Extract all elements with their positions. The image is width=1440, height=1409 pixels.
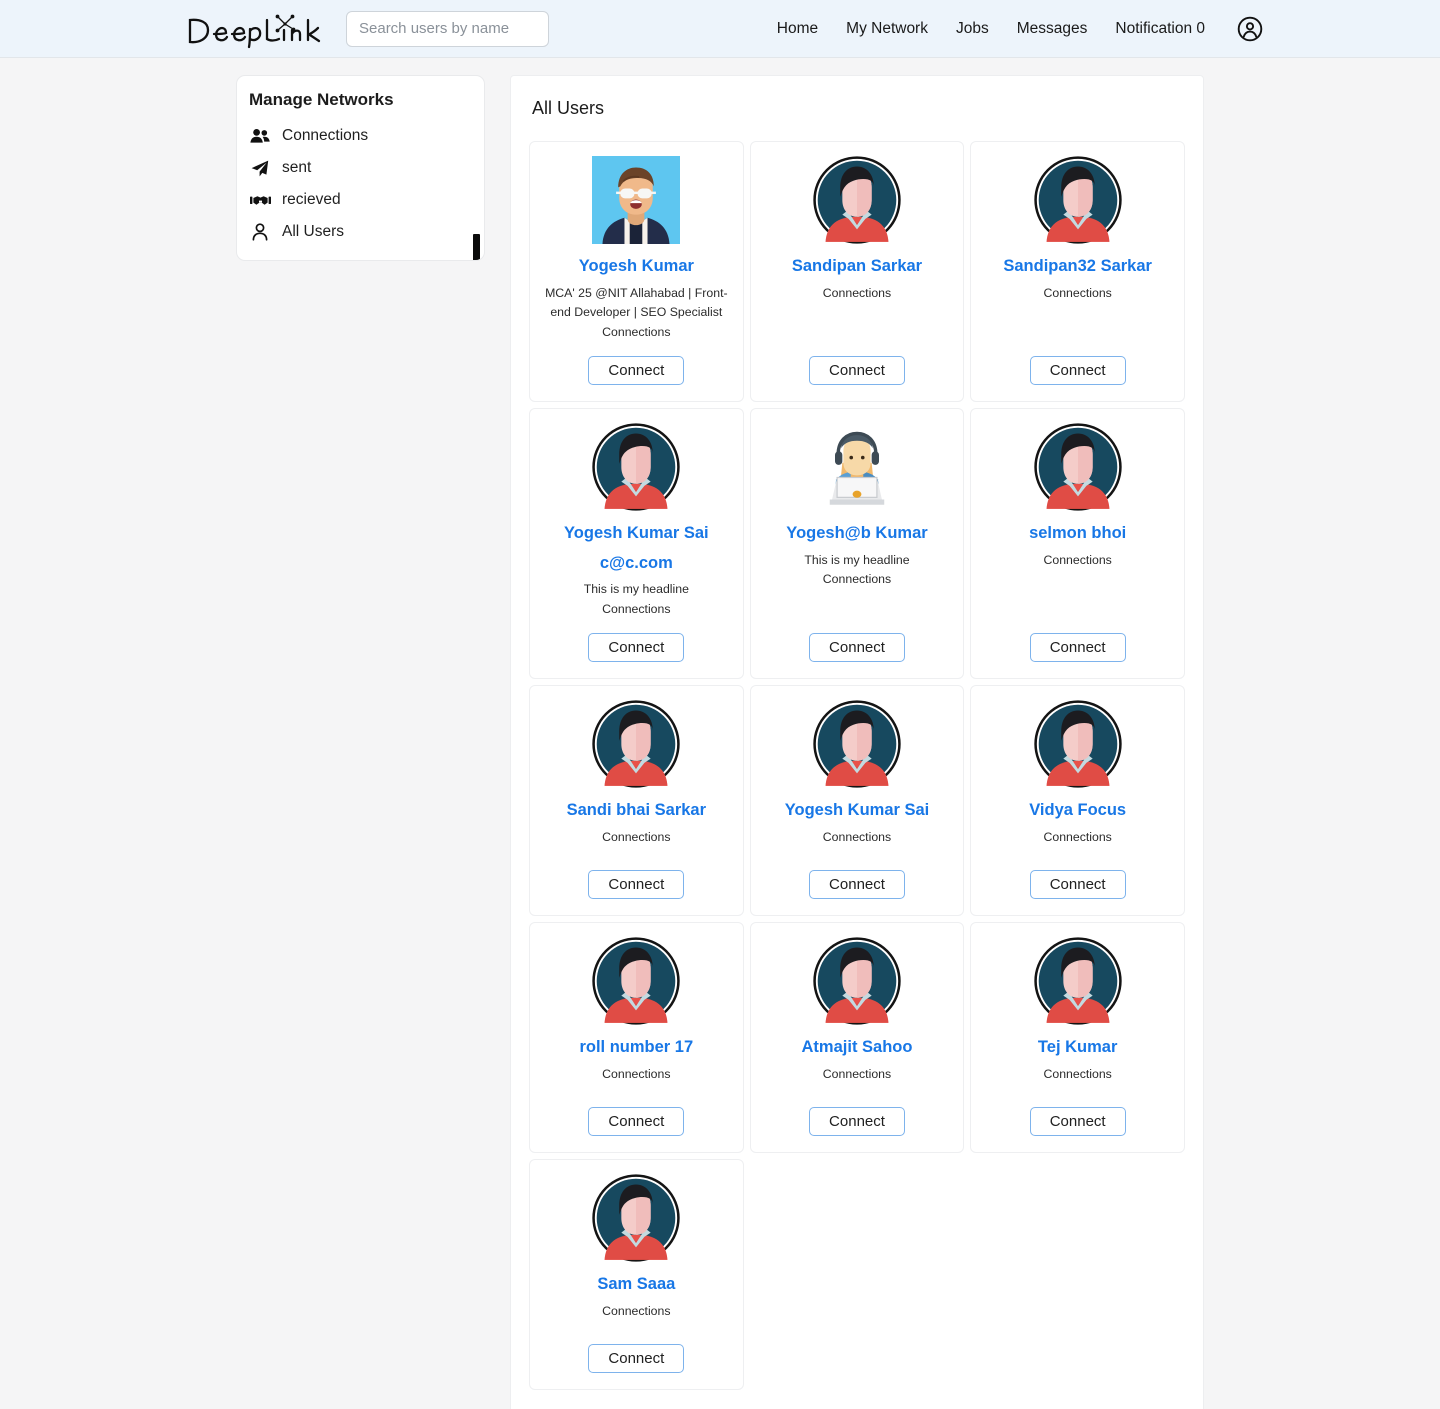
nav-messages[interactable]: Messages — [1017, 20, 1088, 38]
connect-button[interactable]: Connect — [809, 355, 905, 385]
user-card-grid: Yogesh Kumar MCA' 25 @NIT Allahabad | Fro… — [529, 141, 1185, 1391]
connections-label: Connections — [1043, 285, 1112, 300]
sidebar-item-label: recieved — [282, 191, 341, 208]
all-users-panel: All Users Yogesh Kumar MCA' 25 @NIT Allah… — [510, 75, 1204, 1409]
sidebar-item-all-users[interactable]: All Users — [237, 216, 484, 248]
connections-label: Connections — [602, 324, 671, 339]
user-name-link[interactable]: selmon bhoi — [1029, 519, 1126, 549]
connections-label: Connections — [822, 572, 892, 587]
people-icon — [249, 128, 271, 144]
connect-button[interactable]: Connect — [809, 1107, 905, 1137]
user-card: Vidya Focus Connections Connect — [970, 685, 1185, 917]
connections-label: Connections — [602, 601, 671, 616]
connections-label: Connections — [1043, 552, 1112, 567]
avatar[interactable] — [1034, 937, 1122, 1025]
avatar[interactable] — [813, 700, 901, 788]
user-name-link[interactable]: roll number 17 — [579, 1033, 693, 1063]
user-card: Atmajit Sahoo Connections Connect — [749, 922, 965, 1154]
connections-label: Connections — [602, 829, 671, 844]
avatar[interactable] — [592, 423, 680, 511]
connect-button[interactable]: Connect — [588, 1344, 685, 1374]
user-card: Sam Saaa Connections Connect — [529, 1159, 744, 1391]
connect-button[interactable]: Connect — [1029, 1107, 1126, 1137]
user-name-link[interactable]: Sam Saaa — [597, 1270, 675, 1300]
sidebar-item-recieved[interactable]: recieved — [237, 184, 484, 216]
user-card: Sandipan32 Sarkar Connections Connect — [970, 141, 1185, 402]
avatar[interactable] — [592, 937, 680, 1025]
avatar[interactable] — [813, 423, 901, 511]
nav-my-network[interactable]: My Network — [846, 20, 928, 38]
user-card: Tej Kumar Connections Connect — [970, 922, 1185, 1154]
top-header: Home My Network Jobs Messages Notificati… — [0, 0, 1440, 58]
sidebar-item-connections[interactable]: Connections — [237, 120, 484, 152]
handshake-icon — [249, 193, 271, 208]
user-name-link[interactable]: Yogesh Kumar Sai — [785, 796, 930, 826]
connect-button[interactable]: Connect — [588, 633, 685, 663]
user-card: selmon bhoi Connections Connect — [970, 407, 1185, 680]
user-name-link[interactable]: Vidya Focus — [1029, 796, 1126, 826]
connect-button[interactable]: Connect — [809, 633, 905, 663]
main-nav: Home My Network Jobs Messages Notificati… — [777, 16, 1263, 42]
sidebar-title: Manage Networks — [249, 90, 394, 109]
user-card: roll number 17 Connections Connect — [529, 922, 744, 1154]
person-icon — [249, 223, 271, 241]
search-input[interactable] — [346, 10, 549, 47]
sidebar-scrollbar-thumb[interactable] — [473, 234, 480, 260]
user-card: Yogesh Kumar Sai Connections Connect — [749, 685, 965, 917]
connections-label: Connections — [822, 285, 892, 300]
user-name-link[interactable]: Sandipan Sarkar — [792, 252, 922, 282]
sidebar-item-label: All Users — [282, 223, 345, 240]
user-card: Yogesh Kumar MCA' 25 @NIT Allahabad | Fro… — [529, 141, 744, 402]
user-name-link[interactable]: Sandi bhai Sarkar — [567, 796, 706, 826]
connections-label: Connections — [1043, 1066, 1112, 1081]
nav-notification[interactable]: Notification 0 — [1115, 20, 1205, 38]
user-name-link[interactable]: Yogesh Kumar Sai c@c.com — [540, 519, 733, 578]
connections-label: Connections — [822, 829, 892, 844]
avatar[interactable] — [813, 156, 901, 244]
user-card: Yogesh@b Kumar This is my headline Connect… — [749, 407, 965, 680]
page-body: Manage Networks Connections sent recieve… — [0, 58, 1440, 1409]
deeplink-logo-icon — [188, 14, 321, 48]
avatar[interactable] — [592, 1174, 680, 1262]
user-name-link[interactable]: Sandipan32 Sarkar — [1003, 252, 1152, 282]
avatar[interactable] — [592, 156, 680, 244]
user-headline: This is my headline — [583, 582, 689, 597]
user-name-link[interactable]: Yogesh@b Kumar — [786, 519, 927, 549]
sidebar-item-sent[interactable]: sent — [237, 152, 484, 184]
user-card: Sandi bhai Sarkar Connections Connect — [529, 685, 744, 917]
paper-plane-icon — [249, 160, 271, 177]
connect-button[interactable]: Connect — [1029, 355, 1126, 385]
user-card: Sandipan Sarkar Connections Connect — [749, 141, 965, 402]
user-card: Yogesh Kumar Sai c@c.com This is my headl… — [529, 407, 744, 680]
connections-label: Connections — [602, 1303, 671, 1318]
page-title: All Users — [532, 98, 605, 118]
user-circle-icon[interactable] — [1237, 16, 1263, 42]
connect-button[interactable]: Connect — [588, 870, 685, 900]
connections-label: Connections — [602, 1066, 671, 1081]
avatar[interactable] — [592, 700, 680, 788]
user-name-link[interactable]: Yogesh Kumar — [579, 252, 694, 282]
connect-button[interactable]: Connect — [588, 355, 685, 385]
connect-button[interactable]: Connect — [1029, 870, 1126, 900]
sidebar-manage-networks: Manage Networks Connections sent recieve… — [236, 75, 485, 261]
connections-label: Connections — [1043, 829, 1112, 844]
user-headline: This is my headline — [804, 552, 910, 567]
sidebar-item-label: Connections — [282, 127, 369, 144]
connect-button[interactable]: Connect — [809, 870, 905, 900]
connect-button[interactable]: Connect — [588, 1107, 685, 1137]
user-headline: MCA' 25 @NIT Allahabad | Front-end Devel… — [545, 285, 728, 320]
nav-jobs[interactable]: Jobs — [956, 20, 989, 38]
app-logo[interactable] — [182, 8, 330, 50]
sidebar-item-label: sent — [282, 159, 312, 176]
avatar[interactable] — [1034, 156, 1122, 244]
avatar[interactable] — [813, 937, 901, 1025]
connect-button[interactable]: Connect — [1029, 633, 1126, 663]
avatar[interactable] — [1034, 423, 1122, 511]
avatar[interactable] — [1034, 700, 1122, 788]
user-name-link[interactable]: Atmajit Sahoo — [802, 1033, 913, 1063]
user-name-link[interactable]: Tej Kumar — [1038, 1033, 1117, 1063]
nav-home[interactable]: Home — [777, 20, 818, 38]
connections-label: Connections — [822, 1066, 892, 1081]
